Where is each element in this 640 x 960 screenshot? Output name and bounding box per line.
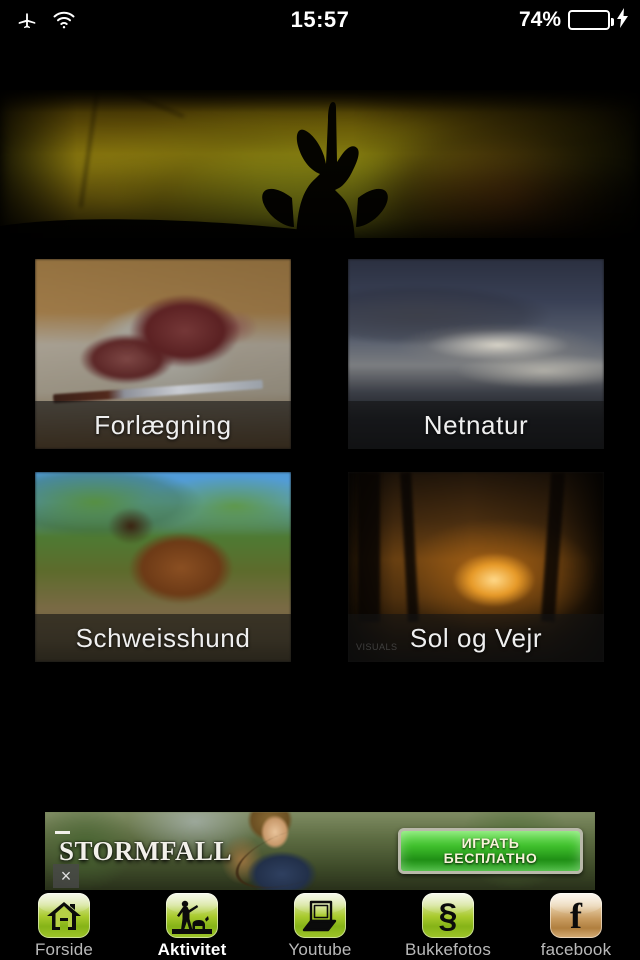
tile-grid-row-1: Forlægning Netnatur [35, 259, 605, 449]
ad-cta-button[interactable]: ИГРАТЬ БЕСПЛАТНО [398, 828, 583, 874]
facebook-f-icon: f [550, 893, 602, 938]
tab-forside[interactable]: Forside [0, 890, 128, 960]
tab-aktivitet[interactable]: Aktivitet [128, 890, 256, 960]
hunter-with-dog-icon [166, 893, 218, 938]
tile-sol-og-vejr[interactable]: VISUALS Sol og Vejr [348, 472, 604, 662]
lightning-bolt-icon [617, 8, 628, 32]
ad-close-icon[interactable]: × [53, 864, 79, 888]
tile-label-bar: Netnatur [348, 401, 604, 449]
tab-label: Youtube [288, 940, 352, 959]
tab-label: facebook [540, 940, 612, 959]
tile-schweisshund[interactable]: Schweisshund [35, 472, 291, 662]
tab-facebook[interactable]: f facebook [512, 890, 640, 960]
tile-label-bar: Sol og Vejr [348, 614, 604, 662]
tile-label: Netnatur [423, 409, 529, 440]
tab-label: Aktivitet [157, 940, 227, 959]
tile-label: Sol og Vejr [409, 622, 543, 653]
battery-icon [568, 10, 614, 30]
facebook-f-glyph: f [570, 895, 582, 936]
status-bar: 15:57 74% [0, 0, 640, 40]
tile-label: Schweisshund [75, 622, 251, 653]
ad-cta-line-1: ИГРАТЬ [461, 834, 520, 851]
tree-silhouette-decor [358, 472, 380, 622]
tile-label-bar: Forlægning [35, 401, 291, 449]
section-sign-glyph: § [438, 896, 458, 935]
app-root: 15:57 74% Forlægning Netnatur Schweisshu… [0, 0, 640, 960]
tab-youtube[interactable]: Youtube [256, 890, 384, 960]
battery-percent-label: 74% [518, 8, 561, 31]
section-sign-icon: § [422, 893, 474, 938]
tile-label: Forlægning [94, 409, 232, 440]
home-icon [38, 893, 90, 938]
ad-brand-initial: S [59, 836, 75, 866]
hero-vignette [0, 90, 640, 250]
header-hero-image [0, 90, 640, 250]
ad-cta-line-2: БЕСПЛАТНО [443, 850, 538, 866]
tab-bukkefotos[interactable]: § Bukkefotos [384, 890, 512, 960]
tab-bar: Forside Aktivitet Youtube § Bukkefotos f… [0, 890, 640, 960]
tab-label: Bukkefotos [404, 940, 492, 959]
tile-grid: Forlægning Netnatur Schweisshund Sol og … [35, 259, 605, 685]
ad-banner[interactable]: STORMFALL ИГРАТЬ БЕСПЛАТНО × [45, 812, 595, 890]
tile-grid-row-2: Schweisshund VISUALS Sol og Vejr [35, 472, 605, 662]
tab-label: Forside [34, 940, 94, 959]
ad-brand-name: TORMFALL [74, 836, 233, 866]
ad-brand-logo: STORMFALL [59, 836, 232, 867]
tile-label-bar: Schweisshund [35, 614, 291, 662]
tile-netnatur[interactable]: Netnatur [348, 259, 604, 449]
status-bar-right: 74% [519, 8, 628, 32]
ad-cta-text: ИГРАТЬ БЕСПЛАТНО [443, 834, 538, 866]
tile-forlaegning[interactable]: Forlægning [35, 259, 291, 449]
laptop-icon [294, 893, 346, 938]
